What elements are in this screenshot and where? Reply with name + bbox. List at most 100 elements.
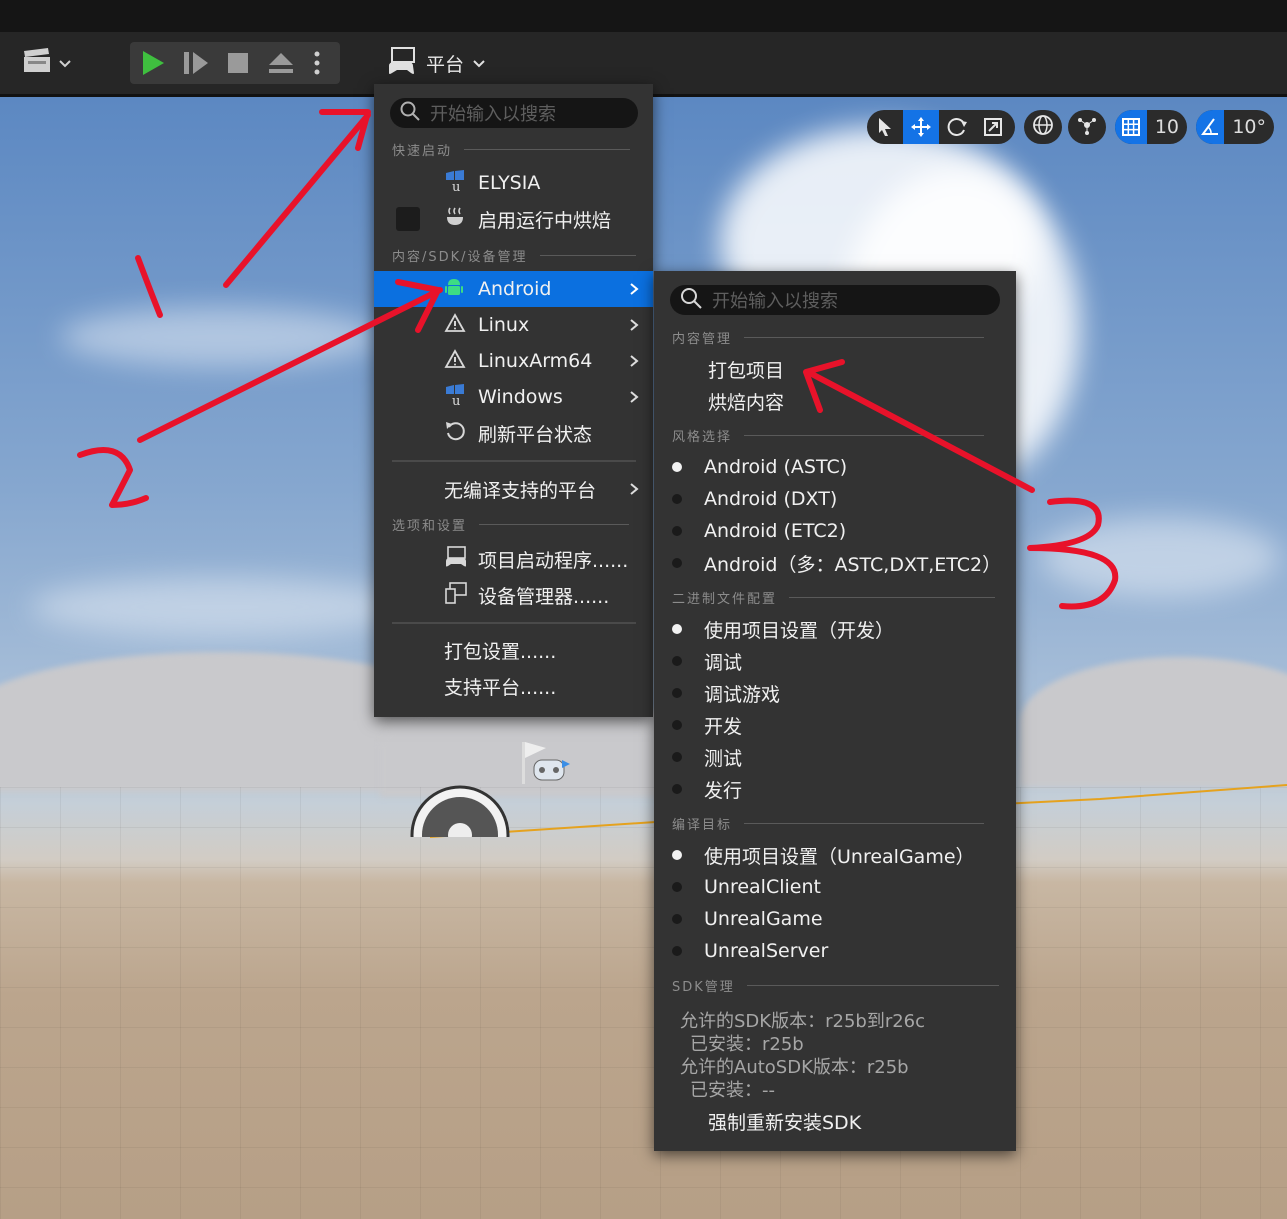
section-binary-config: 二进制文件配置 [672, 588, 996, 607]
android-icon [444, 276, 472, 303]
angle-snap-icon[interactable] [1196, 110, 1225, 144]
stop-button[interactable] [216, 42, 260, 84]
binary-config-option[interactable]: 调试 [672, 645, 742, 677]
section-label: 内容管理 [672, 332, 733, 347]
transform-tools [867, 110, 1015, 144]
flavor-option[interactable]: Android (DXT) [672, 483, 837, 515]
platform-menu-search[interactable]: 开始输入以搜索 [390, 98, 638, 128]
section-label: SDK管理 [672, 980, 735, 995]
section-quick-launch: 快速启动 [392, 140, 631, 159]
force-reinstall-sdk-item[interactable]: 强制重新安装SDK [672, 1105, 861, 1137]
binary-config-option[interactable]: 使用项目设置（开发） [672, 613, 894, 645]
item-label: 调试游戏 [704, 683, 781, 706]
radio-unselected [672, 558, 682, 568]
grid-snap-icon[interactable] [1115, 110, 1147, 144]
rotation-snap-control[interactable]: 10° [1196, 110, 1274, 144]
grid-snap-value[interactable]: 10 [1147, 116, 1187, 138]
surface-snapping-toggle[interactable] [1068, 110, 1106, 144]
binary-config-option[interactable]: 发行 [672, 773, 742, 805]
item-label: 使用项目设置（开发） [704, 619, 895, 642]
autosdk-installed-version: 已安装：-- [690, 1080, 775, 1101]
item-label: Android（多：ASTC,DXT,ETC2） [704, 553, 1002, 576]
radio-unselected [672, 526, 682, 536]
refresh-platform-status[interactable]: 刷新平台状态 [374, 415, 653, 451]
radio-unselected [672, 494, 682, 504]
world-local-toggle[interactable] [1024, 110, 1062, 144]
item-label: 无编译支持的平台 [444, 479, 597, 502]
package-project-item[interactable]: 打包项目 [672, 353, 784, 385]
section-sdk-management: SDK管理 [672, 976, 999, 995]
translate-mode-icon[interactable] [903, 110, 939, 144]
binary-config-option[interactable]: 开发 [672, 709, 742, 741]
build-target-option[interactable]: UnrealServer [672, 935, 828, 967]
flavor-option[interactable]: Android (ASTC) [672, 451, 847, 483]
scale-mode-icon[interactable] [975, 110, 1011, 144]
item-label: 发行 [704, 779, 743, 802]
radio-unselected [672, 914, 682, 924]
select-mode-icon[interactable] [867, 110, 903, 144]
item-label: ELYSIA [478, 172, 541, 194]
chevron-right-icon [629, 271, 639, 307]
more-options-icon[interactable] [302, 42, 332, 84]
item-label: LinuxArm64 [478, 350, 593, 372]
unreal-engine-icon: u [444, 383, 472, 411]
advance-frame-button[interactable] [176, 42, 216, 84]
item-label: 启用运行中烘焙 [478, 209, 612, 232]
eject-button[interactable] [260, 42, 302, 84]
section-content-sdk: 内容/SDK/设备管理 [392, 246, 636, 265]
steam-icon [444, 206, 472, 233]
chevron-right-icon [629, 307, 639, 343]
binary-config-option[interactable]: 测试 [672, 741, 742, 773]
device-manager-item[interactable]: 设备管理器...... [374, 577, 653, 613]
platforms-button[interactable]: 平台 [386, 44, 486, 82]
radio-selected [672, 462, 682, 472]
grid-snap-control[interactable]: 10 [1115, 110, 1187, 144]
build-target-option[interactable]: 使用项目设置（UnrealGame） [672, 839, 975, 871]
search-placeholder: 开始输入以搜索 [712, 291, 838, 312]
platform-item-linux[interactable]: Linux [374, 307, 653, 343]
item-label: 烘焙内容 [708, 391, 785, 414]
chevron-right-icon [629, 379, 639, 415]
player-start-icon[interactable] [520, 740, 572, 790]
platform-item-linuxarm64[interactable]: LinuxArm64 [374, 343, 653, 379]
platforms-without-compile-support[interactable]: 无编译支持的平台 [374, 471, 653, 507]
quick-launch-elysia[interactable]: u ELYSIA [374, 165, 653, 201]
android-menu-search[interactable]: 开始输入以搜索 [670, 285, 1000, 315]
rotate-mode-icon[interactable] [939, 110, 975, 144]
rotation-snap-value[interactable]: 10° [1224, 116, 1274, 138]
radio-selected [672, 624, 682, 634]
platform-item-android[interactable]: Android [374, 271, 653, 307]
radio-unselected [672, 882, 682, 892]
supported-platforms-item[interactable]: 支持平台...... [374, 668, 653, 704]
warning-icon [444, 348, 472, 374]
packaging-settings-item[interactable]: 打包设置...... [374, 632, 653, 668]
cook-on-the-fly-toggle[interactable]: 启用运行中烘焙 [374, 201, 653, 237]
section-options: 选项和设置 [392, 515, 630, 534]
surface-snap-icon [1076, 114, 1098, 140]
item-label: Android (DXT) [704, 488, 838, 510]
unreal-engine-icon: u [444, 169, 472, 197]
play-button[interactable] [130, 42, 176, 84]
flavor-option[interactable]: Android（多：ASTC,DXT,ETC2） [672, 547, 1001, 579]
build-target-option[interactable]: UnrealClient [672, 871, 821, 903]
build-target-option[interactable]: UnrealGame [672, 903, 823, 935]
binary-config-option[interactable]: 调试游戏 [672, 677, 780, 709]
cook-content-item[interactable]: 烘焙内容 [672, 385, 784, 417]
platform-item-windows[interactable]: u Windows [374, 379, 653, 415]
platform-gamepad-icon [386, 46, 418, 81]
item-label: 测试 [704, 747, 743, 770]
section-label: 二进制文件配置 [672, 592, 778, 607]
checkbox[interactable] [396, 207, 420, 231]
chevron-down-icon [58, 54, 72, 73]
menu-separator [392, 460, 636, 462]
cinematics-button[interactable] [14, 42, 90, 84]
sky-light-icon[interactable] [410, 785, 514, 885]
search-placeholder: 开始输入以搜索 [430, 104, 556, 125]
item-label: 项目启动程序...... [478, 549, 629, 572]
item-label: 设备管理器...... [478, 585, 610, 608]
item-label: Android (ASTC) [704, 456, 848, 478]
flavor-option[interactable]: Android (ETC2) [672, 515, 846, 547]
project-launcher-item[interactable]: 项目启动程序...... [374, 541, 653, 577]
section-label: 编译目标 [672, 818, 733, 833]
item-label: UnrealGame [704, 908, 823, 930]
